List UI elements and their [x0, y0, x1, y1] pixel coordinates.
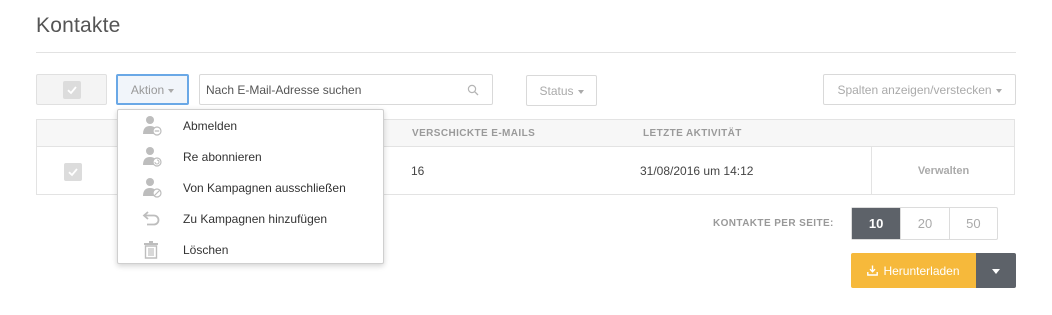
cell-emails-sent: 16: [411, 164, 425, 178]
check-icon: [68, 168, 78, 177]
chevron-down-icon: [168, 88, 175, 93]
per-page-selector: 10 20 50: [851, 207, 998, 240]
menu-item-add-to-campaigns[interactable]: Zu Kampagnen hinzufügen: [118, 204, 383, 234]
download-label: Herunterladen: [883, 263, 960, 278]
per-page-option-10[interactable]: 10: [852, 208, 901, 239]
download-button-group: Herunterladen: [851, 253, 1016, 288]
per-page-option-20[interactable]: 20: [900, 208, 948, 239]
columns-toggle-button[interactable]: Spalten anzeigen/verstecken: [823, 74, 1016, 105]
per-page-option-50[interactable]: 50: [948, 208, 997, 239]
search-icon[interactable]: [467, 84, 479, 96]
check-icon: [66, 85, 77, 94]
undo-arrow-icon: [142, 208, 162, 230]
chevron-down-icon: [577, 89, 584, 94]
user-resubscribe-icon: [142, 146, 162, 168]
cell-last-activity: 31/08/2016 um 14:12: [640, 164, 754, 178]
status-label: Status: [539, 83, 574, 98]
user-exclude-icon: [142, 177, 162, 199]
page-title: Kontakte: [36, 14, 121, 37]
search-input[interactable]: [200, 75, 455, 104]
action-menu: Abmelden Re abonnieren Von Kampagnen aus…: [117, 109, 384, 264]
menu-item-resubscribe[interactable]: Re abonnieren: [118, 142, 383, 172]
select-all-checkbox[interactable]: [36, 74, 107, 105]
download-icon: [867, 265, 879, 276]
menu-item-unsubscribe[interactable]: Abmelden: [118, 111, 383, 141]
menu-item-exclude-from-campaigns[interactable]: Von Kampagnen ausschließen: [118, 173, 383, 203]
search-field[interactable]: [199, 74, 493, 105]
user-remove-icon: [142, 115, 162, 137]
menu-item-delete[interactable]: Löschen: [118, 235, 383, 265]
menu-item-label: Re abonnieren: [183, 150, 262, 164]
header-last-activity[interactable]: LETZTE AKTIVITÄT: [643, 128, 742, 139]
action-label: Aktion: [130, 82, 165, 97]
menu-item-label: Von Kampagnen ausschließen: [183, 181, 346, 195]
status-filter-button[interactable]: Status: [526, 75, 597, 106]
download-options-button[interactable]: [976, 253, 1016, 288]
manage-button[interactable]: Verwalten: [871, 147, 1015, 194]
title-divider: [36, 52, 1016, 53]
menu-item-label: Abmelden: [183, 119, 238, 133]
action-dropdown-button[interactable]: Aktion: [116, 74, 189, 105]
menu-item-label: Zu Kampagnen hinzufügen: [183, 212, 328, 226]
chevron-down-icon: [995, 88, 1002, 93]
chevron-down-icon: [992, 269, 1000, 274]
row-checkbox[interactable]: [64, 163, 82, 181]
per-page-label: KONTAKTE PER SEITE:: [713, 218, 834, 229]
menu-item-label: Löschen: [183, 243, 229, 257]
download-button[interactable]: Herunterladen: [851, 253, 976, 288]
header-emails-sent[interactable]: VERSCHICKTE E-MAILS: [412, 128, 535, 139]
columns-label: Spalten anzeigen/verstecken: [837, 82, 992, 97]
trash-icon: [142, 239, 162, 261]
checkbox-box: [62, 80, 81, 99]
